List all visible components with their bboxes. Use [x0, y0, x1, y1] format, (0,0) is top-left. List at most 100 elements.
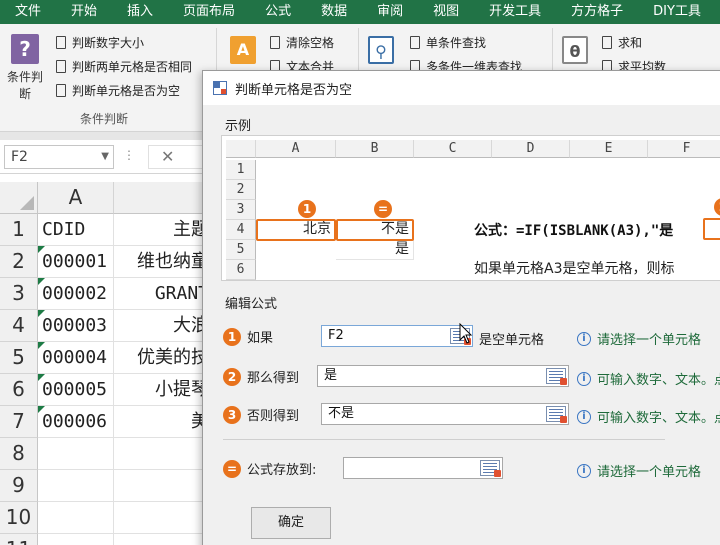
table-cell[interactable]: 000005 — [38, 374, 114, 406]
table-cell[interactable] — [38, 534, 114, 545]
table-cell[interactable] — [114, 502, 214, 534]
table-cell[interactable] — [114, 534, 214, 545]
single-lookup-button[interactable]: 单条件查找 — [410, 34, 486, 51]
info-icon: i — [577, 331, 591, 346]
row-header[interactable]: 6 — [0, 374, 38, 406]
name-box-value: F2 — [11, 149, 28, 165]
badge-1: 1 — [298, 200, 316, 218]
then-label: 那么得到 — [247, 371, 300, 386]
name-box[interactable]: F2 ▼ — [4, 145, 114, 169]
else-hint: i 可输入数字、文本。点 — [577, 407, 720, 426]
table-cell[interactable]: 美 — [114, 406, 214, 438]
example-column-header: B — [336, 140, 414, 158]
store-cell-input[interactable] — [343, 457, 503, 479]
table-cell[interactable]: 000001 — [38, 246, 114, 278]
table-cell[interactable] — [38, 502, 114, 534]
ok-button[interactable]: 确定 — [251, 507, 331, 539]
table-cell[interactable]: 主题 — [114, 214, 214, 246]
drag-handle-icon[interactable]: ⋮ — [123, 148, 135, 162]
tab-file[interactable]: 文件 — [0, 0, 56, 24]
else-row: 3 否则得到 — [223, 405, 299, 424]
tab-data[interactable]: 数据 — [306, 0, 362, 24]
example-row-header: 2 — [226, 180, 256, 200]
row-header[interactable]: 7 — [0, 406, 38, 438]
row-header[interactable]: 5 — [0, 342, 38, 374]
tab-insert[interactable]: 插入 — [112, 0, 168, 24]
tab-developer[interactable]: 开发工具 — [474, 0, 556, 24]
sum-button[interactable]: 求和 — [602, 34, 642, 51]
clear-spaces-button[interactable]: 清除空格 — [270, 34, 334, 51]
dialog-title: 判断单元格是否为空 — [235, 82, 353, 98]
bookmark-icon — [410, 36, 420, 49]
condition-judge-label: 条件判断 — [6, 70, 43, 101]
table-cell[interactable]: 000003 — [38, 310, 114, 342]
sum-label: 求和 — [618, 36, 643, 50]
badge-store: = — [223, 459, 241, 478]
table-cell[interactable]: 000004 — [38, 342, 114, 374]
column-header-a[interactable]: A — [38, 182, 114, 214]
row-header[interactable]: 9 — [0, 470, 38, 502]
text-icon: A — [230, 36, 256, 64]
example-explanation: 如果单元格A3是空单元格，则标 — [474, 261, 675, 277]
judge-two-cells-same-button[interactable]: 判断两单元格是否相同 — [56, 58, 192, 75]
row-header[interactable]: 1 — [0, 214, 38, 246]
judge-number-size-label: 判断数字大小 — [72, 36, 145, 50]
if-cell-value: F2 — [328, 328, 344, 343]
tab-home[interactable]: 开始 — [56, 0, 112, 24]
if-cell-input[interactable]: F2 — [321, 325, 473, 347]
single-lookup-label: 单条件查找 — [426, 36, 487, 50]
cancel-edit-button[interactable]: ✕ — [148, 145, 208, 169]
condition-judge-button[interactable]: ? 条件判断 — [4, 34, 46, 102]
table-cell[interactable]: 优美的技 — [114, 342, 214, 374]
table-cell[interactable]: 000002 — [38, 278, 114, 310]
tab-view[interactable]: 视图 — [418, 0, 474, 24]
column-header-b[interactable] — [114, 182, 214, 214]
range-picker-icon[interactable] — [546, 368, 567, 385]
row-header[interactable]: 3 — [0, 278, 38, 310]
judge-cell-empty-label: 判断单元格是否为空 — [72, 84, 181, 98]
then-value-input[interactable]: 是 — [317, 365, 569, 387]
judge-number-size-button[interactable]: 判断数字大小 — [56, 34, 144, 51]
then-hint: i 可输入数字、文本。点 — [577, 369, 720, 388]
row-header[interactable]: 11 — [0, 534, 38, 545]
range-picker-icon[interactable] — [480, 460, 501, 477]
judge-cell-empty-button[interactable]: 判断单元格是否为空 — [56, 82, 180, 99]
table-cell[interactable]: 小提琴 — [114, 374, 214, 406]
info-icon: i — [577, 371, 591, 386]
tab-formulas[interactable]: 公式 — [250, 0, 306, 24]
table-cell[interactable] — [114, 470, 214, 502]
else-label: 否则得到 — [247, 409, 300, 424]
select-all-corner[interactable] — [0, 182, 38, 214]
table-cell[interactable]: 大浪 — [114, 310, 214, 342]
example-formula: 公式：=IF(ISBLANK(A3),"是 — [474, 223, 674, 239]
table-cell[interactable] — [114, 438, 214, 470]
table-cell[interactable]: 维也纳童 — [114, 246, 214, 278]
bookmark-icon — [56, 84, 66, 97]
if-hint: i 请选择一个单元格 — [577, 329, 701, 348]
table-cell[interactable]: GRANT — [114, 278, 214, 310]
row-header[interactable]: 2 — [0, 246, 38, 278]
tab-page-layout[interactable]: 页面布局 — [168, 0, 250, 24]
row-header[interactable]: 10 — [0, 502, 38, 534]
example-row-header: 1 — [226, 160, 256, 180]
table-cell[interactable]: CDID — [38, 214, 114, 246]
condition-group-label: 条件判断 — [80, 112, 129, 126]
table-cell[interactable]: 000006 — [38, 406, 114, 438]
else-value-input[interactable]: 不是 — [321, 403, 569, 425]
bookmark-icon — [270, 36, 280, 49]
store-row: = 公式存放到: — [223, 459, 316, 478]
row-header[interactable]: 8 — [0, 438, 38, 470]
edit-section-label: 编辑公式 — [225, 297, 278, 312]
tab-review[interactable]: 审阅 — [362, 0, 418, 24]
table-cell[interactable] — [38, 470, 114, 502]
then-row: 2 那么得到 — [223, 367, 299, 386]
theta-icon: θ — [562, 36, 588, 64]
chevron-down-icon[interactable]: ▼ — [101, 146, 109, 168]
table-cell[interactable] — [38, 438, 114, 470]
dialog-titlebar[interactable]: 判断单元格是否为空 — [203, 71, 720, 105]
tab-diy-tools[interactable]: DIY工具 — [638, 0, 701, 24]
range-picker-icon[interactable] — [546, 406, 567, 423]
else-value: 不是 — [328, 406, 355, 421]
tab-ffgz[interactable]: 方方格子 — [556, 0, 638, 24]
row-header[interactable]: 4 — [0, 310, 38, 342]
